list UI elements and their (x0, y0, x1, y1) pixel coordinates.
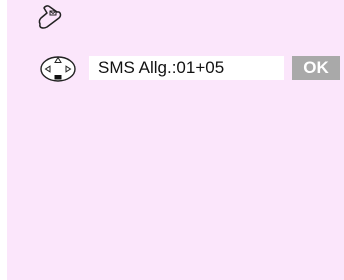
nav-key-icon[interactable] (38, 50, 78, 86)
ok-button[interactable]: OK (292, 56, 340, 80)
display-panel: SMS Allg.:01+05 OK (7, 0, 344, 280)
sms-general-field: SMS Allg.:01+05 (89, 56, 284, 80)
envelope-icon (38, 5, 62, 29)
